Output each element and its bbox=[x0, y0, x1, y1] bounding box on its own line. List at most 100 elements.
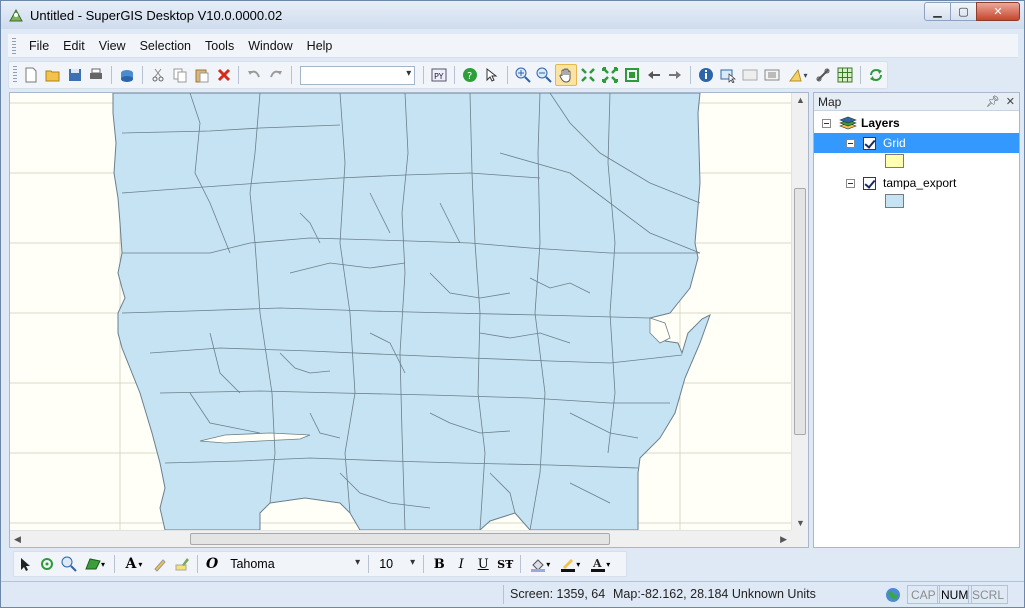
whats-this-button[interactable] bbox=[481, 64, 503, 86]
grid-symbol-swatch[interactable] bbox=[885, 154, 904, 168]
bold-button[interactable]: B bbox=[428, 554, 450, 574]
refresh-button[interactable] bbox=[865, 64, 887, 86]
fixed-zoom-out-button[interactable] bbox=[599, 64, 621, 86]
scroll-corner bbox=[791, 530, 808, 547]
scroll-left-arrow[interactable]: ◀ bbox=[14, 534, 21, 545]
zoom-out-button[interactable] bbox=[534, 64, 556, 86]
font-color-icon: A bbox=[591, 557, 606, 572]
underline-button[interactable]: U bbox=[472, 554, 494, 574]
full-extent-button[interactable] bbox=[621, 64, 643, 86]
font-name-dropdown[interactable]: Tahoma bbox=[224, 554, 365, 574]
redo-icon bbox=[270, 70, 283, 78]
print-button[interactable] bbox=[85, 64, 107, 86]
layers-stack-icon bbox=[839, 116, 857, 130]
menubar-grip[interactable] bbox=[12, 37, 16, 54]
font-color-button[interactable]: A ▾ bbox=[585, 553, 615, 575]
add-data-button[interactable] bbox=[116, 64, 138, 86]
scroll-up-arrow[interactable]: ▲ bbox=[796, 95, 805, 105]
hyperlink-icon bbox=[816, 68, 830, 82]
fill-color-button[interactable]: ▾ bbox=[525, 553, 555, 575]
toolbar-separator bbox=[690, 66, 692, 84]
map-drawing[interactable] bbox=[10, 93, 791, 530]
pan-button[interactable] bbox=[555, 64, 578, 86]
menu-file[interactable]: File bbox=[22, 35, 56, 57]
pin-icon[interactable]: 📌︎ bbox=[986, 95, 1000, 108]
open-button[interactable] bbox=[42, 64, 64, 86]
map-horizontal-scrollbar[interactable]: ◀ ▶ bbox=[10, 530, 791, 547]
zoom-element-button[interactable] bbox=[58, 553, 80, 575]
menu-tools[interactable]: Tools bbox=[198, 35, 241, 57]
zoom-in-button[interactable] bbox=[512, 64, 534, 86]
tampa-export-symbol-swatch[interactable] bbox=[885, 194, 904, 208]
new-button[interactable] bbox=[20, 64, 42, 86]
pan-icon bbox=[559, 68, 571, 83]
title-bar: Untitled - SuperGIS Desktop V10.0.0000.0… bbox=[1, 1, 1024, 29]
edit-text-button[interactable] bbox=[171, 553, 193, 575]
collapse-icon[interactable] bbox=[846, 178, 855, 188]
hyperlink-button[interactable] bbox=[812, 64, 834, 86]
copy-button[interactable] bbox=[169, 64, 191, 86]
attribute-table-button[interactable] bbox=[761, 64, 783, 86]
svg-text:A: A bbox=[592, 557, 602, 570]
map-canvas[interactable] bbox=[10, 93, 791, 530]
undo-button[interactable] bbox=[243, 64, 265, 86]
paste-button[interactable] bbox=[191, 64, 213, 86]
map-view[interactable]: ▲ ▼ ◀ ▶ bbox=[9, 92, 809, 548]
python-button[interactable]: PY bbox=[428, 64, 450, 86]
redo-button[interactable] bbox=[265, 64, 287, 86]
line-color-button[interactable]: ▾ bbox=[555, 553, 585, 575]
layer-visibility-checkbox[interactable] bbox=[863, 176, 876, 190]
vertical-scroll-thumb[interactable] bbox=[794, 188, 806, 435]
layer-row-tampa-export[interactable]: tampa_export bbox=[814, 173, 1019, 193]
menu-edit[interactable]: Edit bbox=[56, 35, 92, 57]
save-button[interactable] bbox=[64, 64, 86, 86]
line-color-icon bbox=[561, 559, 576, 572]
cut-button[interactable] bbox=[147, 64, 169, 86]
fixed-zoom-in-button[interactable] bbox=[577, 64, 599, 86]
minimize-button[interactable]: ▁ bbox=[924, 2, 950, 21]
scroll-right-arrow[interactable]: ▶ bbox=[780, 534, 787, 545]
menu-help[interactable]: Help bbox=[300, 35, 340, 57]
italic-button[interactable]: I bbox=[450, 554, 472, 574]
help-button[interactable]: ? bbox=[459, 64, 481, 86]
edit-vertices-button[interactable] bbox=[149, 553, 171, 575]
identify-icon bbox=[699, 68, 714, 82]
layer-row-grid[interactable]: Grid bbox=[814, 133, 1019, 153]
select-features-button[interactable] bbox=[717, 64, 739, 86]
collapse-icon[interactable] bbox=[846, 138, 855, 148]
forward-button[interactable] bbox=[665, 64, 687, 86]
measure-button[interactable]: ▾ bbox=[783, 64, 813, 86]
scroll-down-arrow[interactable]: ▼ bbox=[796, 518, 805, 528]
rotate-button[interactable] bbox=[36, 553, 58, 575]
toolbar-separator bbox=[860, 66, 862, 84]
undo-icon bbox=[248, 70, 261, 78]
menu-window[interactable]: Window bbox=[241, 35, 299, 57]
menu-selection[interactable]: Selection bbox=[133, 35, 198, 57]
toolbar-separator bbox=[520, 555, 522, 573]
layers-root[interactable]: Layers bbox=[822, 113, 1012, 133]
text-tool-button[interactable]: A ▾ bbox=[119, 553, 149, 575]
panel-title: Map bbox=[818, 94, 842, 109]
grid-icon bbox=[837, 67, 853, 83]
panel-close-icon[interactable]: ✕ bbox=[1006, 95, 1015, 108]
map-vertical-scrollbar[interactable]: ▲ ▼ bbox=[791, 93, 808, 530]
toolbar-separator bbox=[423, 555, 425, 573]
map-scale-dropdown[interactable] bbox=[300, 65, 416, 85]
maximize-button[interactable]: ▢ bbox=[950, 2, 976, 21]
strikethrough-button[interactable]: SŦ bbox=[494, 554, 516, 574]
collapse-icon[interactable] bbox=[822, 118, 831, 128]
delete-button[interactable] bbox=[213, 64, 235, 86]
select-element-button[interactable] bbox=[14, 553, 36, 575]
font-size-dropdown[interactable]: 10 bbox=[373, 555, 419, 574]
identify-button[interactable] bbox=[695, 64, 717, 86]
zoom-in-icon bbox=[515, 67, 531, 83]
back-button[interactable] bbox=[643, 64, 665, 86]
menu-view[interactable]: View bbox=[92, 35, 133, 57]
close-button[interactable]: ✕ bbox=[976, 2, 1020, 21]
layer-visibility-checkbox[interactable] bbox=[863, 136, 876, 150]
draw-shape-button[interactable]: ▾ bbox=[80, 553, 110, 575]
clear-selection-button[interactable] bbox=[739, 64, 761, 86]
toolbar-grip[interactable] bbox=[13, 66, 17, 84]
grid-button[interactable] bbox=[834, 64, 856, 86]
horizontal-scroll-thumb[interactable] bbox=[190, 533, 610, 545]
